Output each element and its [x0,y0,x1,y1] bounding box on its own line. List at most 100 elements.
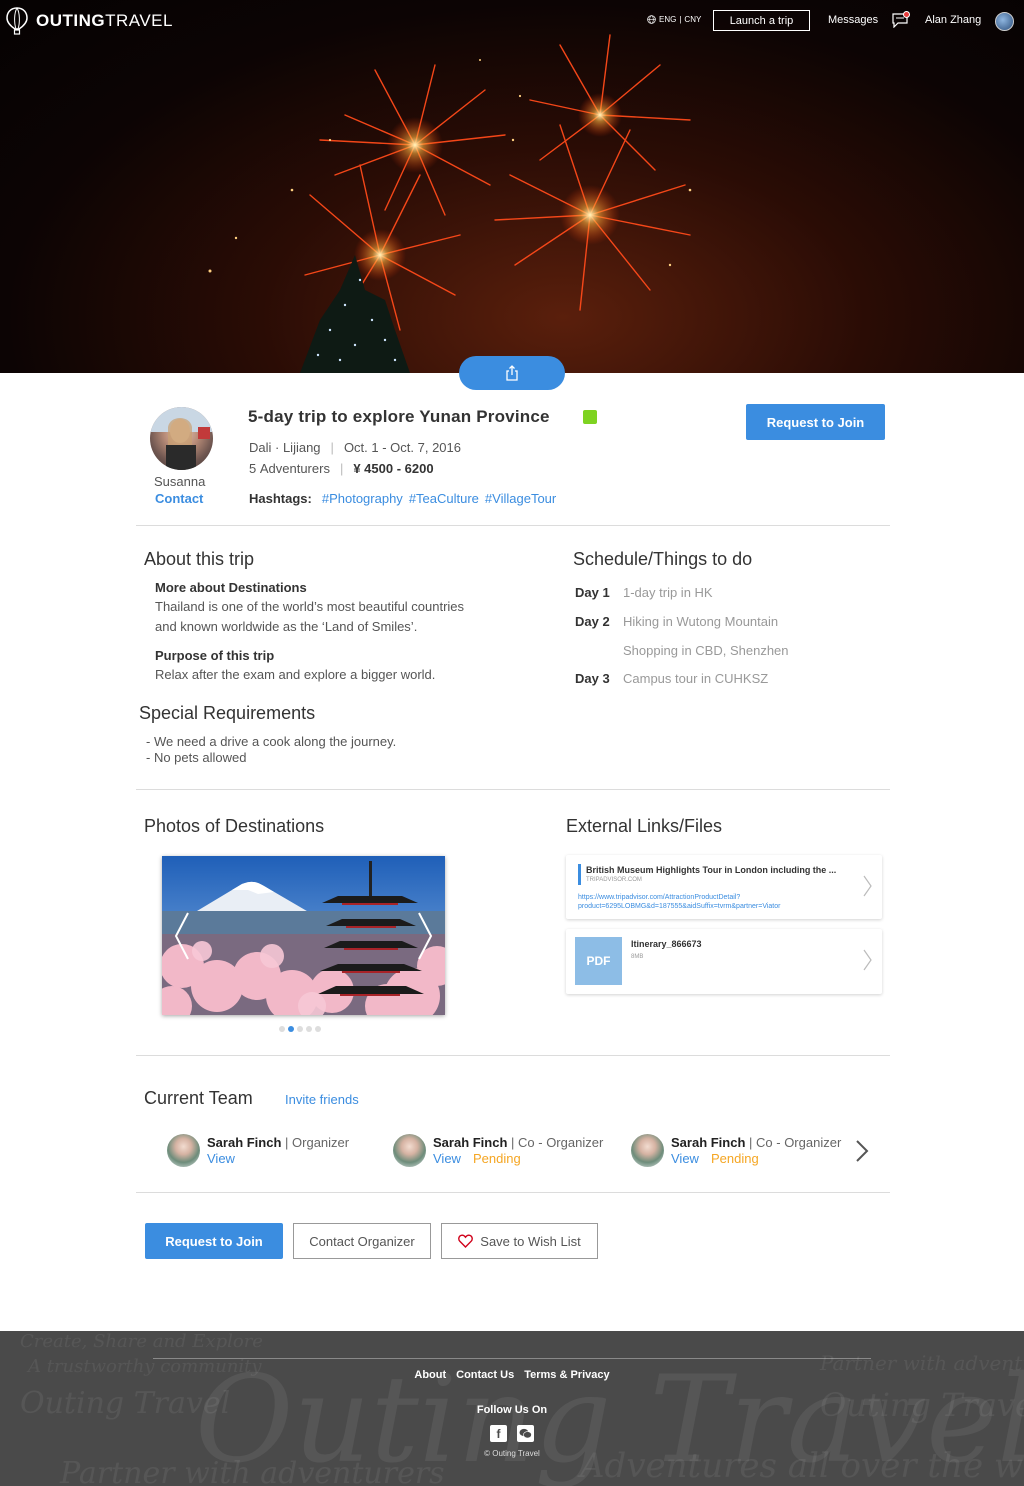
hashtag-link[interactable]: #VillageTour [485,491,556,506]
section-divider [136,525,890,526]
footer: Outing Travel Adventures all over the wo… [0,1331,1024,1486]
member-avatar[interactable] [631,1134,664,1167]
globe-icon [647,15,656,24]
destinations-text-line: Thailand is one of the world’s most beau… [155,599,465,614]
member-name-role: Sarah Finch | Organizer [207,1135,349,1150]
messages-link[interactable]: Messages [828,14,878,26]
footer-divider [153,1358,871,1359]
carousel-dot[interactable] [279,1026,285,1032]
trip-price: ¥ 4500 - 6200 [353,461,434,476]
schedule-row: Day 1 1-day trip in HK [575,585,713,600]
chevron-right-icon[interactable] [417,911,433,961]
footer-about-link[interactable]: About [414,1369,446,1381]
section-divider [136,1192,890,1193]
top-navigation: OUTINGTRAVEL ENG | CNY Launch a trip Mes… [0,0,1024,42]
brand-logo[interactable]: OUTINGTRAVEL [6,7,173,35]
language-switcher[interactable]: ENG | CNY [647,15,701,24]
schedule-row: Shopping in CBD, Shenzhen [575,643,789,658]
trip-route: Dali · Lijiang [249,440,321,455]
trip-status-indicator [583,410,597,424]
separator: | [339,461,344,476]
wechat-icon[interactable] [517,1425,534,1442]
requirement-item: - No pets allowed [146,750,247,765]
destination-photo [162,856,445,1015]
schedule-activity: Hiking in Wutong Mountain [623,614,779,629]
organizer-contact-link[interactable]: Contact [155,491,203,506]
footer-terms-link[interactable]: Terms & Privacy [524,1369,609,1381]
member-pending-status: Pending [473,1151,521,1166]
link-url-line: https://www.tripadvisor.com/AttractionPr… [578,894,741,901]
about-heading: About this trip [144,549,255,569]
social-links: f [490,1425,534,1442]
carousel-dot[interactable] [306,1026,312,1032]
member-view-link[interactable]: View [671,1151,699,1166]
carousel-dot[interactable] [297,1026,303,1032]
requirement-item: - We need a drive a cook along the journ… [146,734,397,749]
hashtags: Hashtags: #Photography #TeaCulture #Vill… [249,491,556,506]
schedule-day: Day 1 [575,585,610,600]
adventurers-count: 5 [249,461,257,476]
destination-photo-carousel[interactable] [162,856,445,1015]
schedule-row: Day 3 Campus tour in CUHKSZ [575,671,768,686]
chevron-right-icon[interactable] [863,875,872,897]
schedule-day [575,643,623,658]
schedule-row: Day 2 Hiking in Wutong Mountain [575,614,778,629]
chevron-right-icon[interactable] [855,1139,869,1163]
invite-friends-link[interactable]: Invite friends [285,1092,359,1107]
separator: | [330,440,334,455]
carousel-dot[interactable] [315,1026,321,1032]
lang-separator: | [679,15,682,24]
share-button[interactable] [459,356,565,390]
request-to-join-button[interactable]: Request to Join [746,404,885,440]
schedule-activity: 1-day trip in HK [623,585,713,600]
carousel-dots [279,1026,321,1032]
brand-name: OUTINGTRAVEL [36,11,173,30]
file-card[interactable]: PDF Itinerary_866673 8MB [566,929,882,994]
trip-size-price: 5 Adventurers | ¥ 4500 - 6200 [249,461,434,476]
heart-icon [458,1234,474,1248]
contact-organizer-button[interactable]: Contact Organizer [293,1223,431,1259]
hashtag-link[interactable]: #Photography [322,491,403,506]
hero-banner: OUTINGTRAVEL ENG | CNY Launch a trip Mes… [0,0,1024,373]
footer-watermark: Partner with adventurers [60,1456,445,1486]
member-avatar[interactable] [167,1134,200,1167]
link-url[interactable]: https://www.tripadvisor.com/AttractionPr… [578,893,848,911]
photos-heading: Photos of Destinations [144,816,325,836]
links-heading: External Links/Files [566,816,723,836]
request-to-join-button[interactable]: Request to Join [145,1223,283,1259]
trip-route-dates: Dali · Lijiang | Oct. 1 - Oct. 7, 2016 [249,440,461,455]
purpose-text: Relax after the exam and explore a bigge… [155,667,436,682]
follow-us-label: Follow Us On [476,1404,548,1416]
carousel-dot-active[interactable] [288,1026,294,1032]
member-view-link[interactable]: View [433,1151,461,1166]
member-name-role: Sarah Finch | Co - Organizer [433,1135,603,1150]
schedule-day: Day 2 [575,614,610,629]
section-divider [136,1055,890,1056]
chevron-right-icon[interactable] [863,949,872,971]
link-accent-bar [578,864,581,885]
hashtag-link[interactable]: #TeaCulture [409,491,479,506]
facebook-icon[interactable]: f [490,1425,507,1442]
link-url-line: product=6295LOBMG&d=187555&aidSuffix=tvr… [578,903,781,910]
member-role: | Organizer [281,1135,350,1150]
footer-links: About Contact Us Terms & Privacy [0,1369,1024,1381]
save-to-wishlist-button[interactable]: Save to Wish List [441,1223,598,1259]
organizer-avatar[interactable] [150,407,213,470]
member-avatar[interactable] [393,1134,426,1167]
user-avatar[interactable] [995,12,1014,31]
member-view-link[interactable]: View [207,1151,235,1166]
lang-eng[interactable]: ENG [659,15,676,24]
share-icon [506,365,518,381]
hashtags-label: Hashtags: [249,491,312,506]
external-link-card[interactable]: British Museum Highlights Tour in London… [566,855,882,919]
trip-dates: Oct. 1 - Oct. 7, 2016 [343,440,461,455]
copyright: © Outing Travel [484,1449,540,1458]
footer-contact-link[interactable]: Contact Us [456,1369,514,1381]
user-name[interactable]: Alan Zhang [925,14,981,26]
chevron-left-icon[interactable] [174,911,190,961]
member-name: Sarah Finch [671,1135,746,1150]
trip-title: 5-day trip to explore Yunan Province [248,407,550,426]
lang-cny[interactable]: CNY [684,15,701,24]
launch-trip-button[interactable]: Launch a trip [713,10,810,31]
member-pending-status: Pending [711,1151,759,1166]
